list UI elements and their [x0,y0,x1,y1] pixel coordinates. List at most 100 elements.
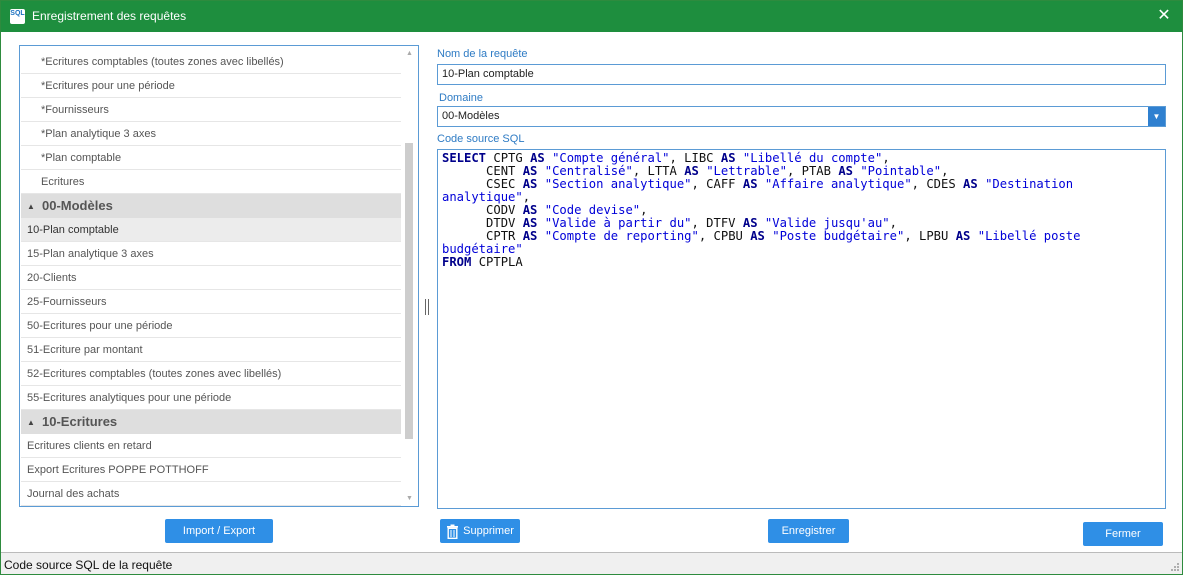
save-button[interactable]: Enregistrer [768,519,849,543]
chevron-down-icon[interactable]: ▼ [1148,107,1165,126]
import-export-button[interactable]: Import / Export [165,519,273,543]
list-item[interactable]: 10-Plan comptable [21,218,401,242]
sql-keyword: AS [750,229,765,243]
sql-string: "Centralisé" [544,164,633,178]
list-item[interactable]: 20-Clients [21,266,401,290]
domain-selected-value: 00-Modèles [442,110,500,122]
sql-keyword: AS [522,164,538,178]
list-item[interactable]: *Plan comptable [21,146,401,170]
sql-text: CPTR [442,229,523,243]
sql-string: "Compte de reporting" [544,229,699,243]
scroll-thumb[interactable] [405,143,413,439]
list-group-header[interactable]: ▲ 00-Modèles [21,194,401,218]
list-item[interactable]: 55-Ecritures analytiques pour une périod… [21,386,401,410]
sql-editor[interactable]: SELECT CPTG AS "Compte général", LIBC AS… [437,149,1166,509]
list-item[interactable]: 51-Ecriture par montant [21,338,401,362]
trash-icon [447,524,459,539]
sql-text: , CAFF [691,177,743,191]
sql-text: CODV [442,203,523,217]
sql-text: , [889,216,897,230]
collapse-caret-icon[interactable]: ▲ [27,411,37,435]
sql-keyword: AS [522,229,538,243]
window-title: Enregistrement des requêtes [32,9,187,23]
sql-keyword: AS [522,216,538,230]
list-group-label: 10-Ecritures [42,414,118,429]
collapse-caret-icon[interactable]: ▲ [27,195,37,219]
panel-splitter[interactable] [425,299,429,315]
sql-text: , LPBU [904,229,956,243]
list-item[interactable]: Ecritures clients en retard [21,434,401,458]
list-item[interactable]: Export Ecritures POPPE POTTHOFF [21,458,401,482]
query-list: *Ecritures comptables (toutes zones avec… [19,45,419,507]
sql-keyword: SELECT [442,151,487,165]
query-list-items: *Ecritures comptables (toutes zones avec… [21,50,401,506]
sql-text: , DTFV [691,216,743,230]
sql-text: CPTPLA [471,255,523,269]
query-name-input[interactable]: 10-Plan comptable [437,64,1166,85]
sql-string: "Libellé du compte" [742,151,883,165]
list-item[interactable]: Journal des achats [21,482,401,506]
close-window-icon[interactable]: ✕ [1154,6,1174,26]
sql-text: , [941,164,949,178]
delete-button-label: Supprimer [463,525,514,537]
sql-text: , LIBC [669,151,721,165]
list-item[interactable]: 15-Plan analytique 3 axes [21,242,401,266]
close-button[interactable]: Fermer [1083,522,1163,546]
sql-string: "Lettrable" [706,164,787,178]
sql-keyword: AS [742,216,758,230]
app-sql-icon: SQL [10,9,25,24]
query-name-label: Nom de la requête [437,48,528,60]
list-group-header[interactable]: ▲ 10-Ecritures [21,410,401,434]
list-scrollbar[interactable]: ▲ ▼ [403,47,417,505]
sql-string: "Poste budgétaire" [772,229,905,243]
sql-text: , [522,190,531,204]
sql-text: , [882,151,890,165]
title-bar: SQL Enregistrement des requêtes ✕ [1,1,1182,32]
resize-grip-icon[interactable] [1170,562,1180,572]
sql-string: "Pointable" [860,164,942,178]
sql-string: "Section analytique" [544,177,692,191]
list-item[interactable]: Ecritures [21,170,401,194]
list-item[interactable]: *Fournisseurs [21,98,401,122]
sql-code: SELECT CPTG AS "Compte général", LIBC AS… [442,152,1161,269]
sql-text: , [640,203,648,217]
scroll-up-icon[interactable]: ▲ [406,50,413,57]
domain-label: Domaine [439,92,484,104]
sql-keyword: FROM [442,255,472,269]
sql-keyword: AS [522,177,538,191]
list-item[interactable]: 52-Ecritures comptables (toutes zones av… [21,362,401,386]
delete-button[interactable]: Supprimer [440,519,520,543]
sql-text: CENT [442,164,523,178]
sql-string: "Affaire analytique" [764,177,912,191]
sql-text: CSEC [442,177,523,191]
sql-string: "Code devise" [544,203,641,217]
sql-text: , CPBU [698,229,751,243]
sql-text: , CDES [911,177,964,191]
list-item[interactable]: 25-Fournisseurs [21,290,401,314]
status-bar: Code source SQL de la requête [1,552,1182,574]
scroll-down-icon[interactable]: ▼ [406,495,413,502]
list-item[interactable]: *Ecritures pour une période [21,74,401,98]
list-item[interactable]: *Ecritures comptables (toutes zones avec… [21,50,401,74]
sql-text: DTDV [442,216,523,230]
sql-keyword: AS [522,203,538,217]
domain-select[interactable]: 00-Modèles ▼ [437,106,1166,127]
sql-keyword: AS [720,151,736,165]
sql-text: CPTG [486,151,531,165]
list-item[interactable]: *Plan analytique 3 axes [21,122,401,146]
sql-keyword: AS [684,164,699,178]
list-item[interactable]: 50-Ecritures pour une période [21,314,401,338]
sql-text: , LTTA [632,164,685,178]
sql-keyword: AS [838,164,853,178]
sql-text: , PTAB [786,164,839,178]
